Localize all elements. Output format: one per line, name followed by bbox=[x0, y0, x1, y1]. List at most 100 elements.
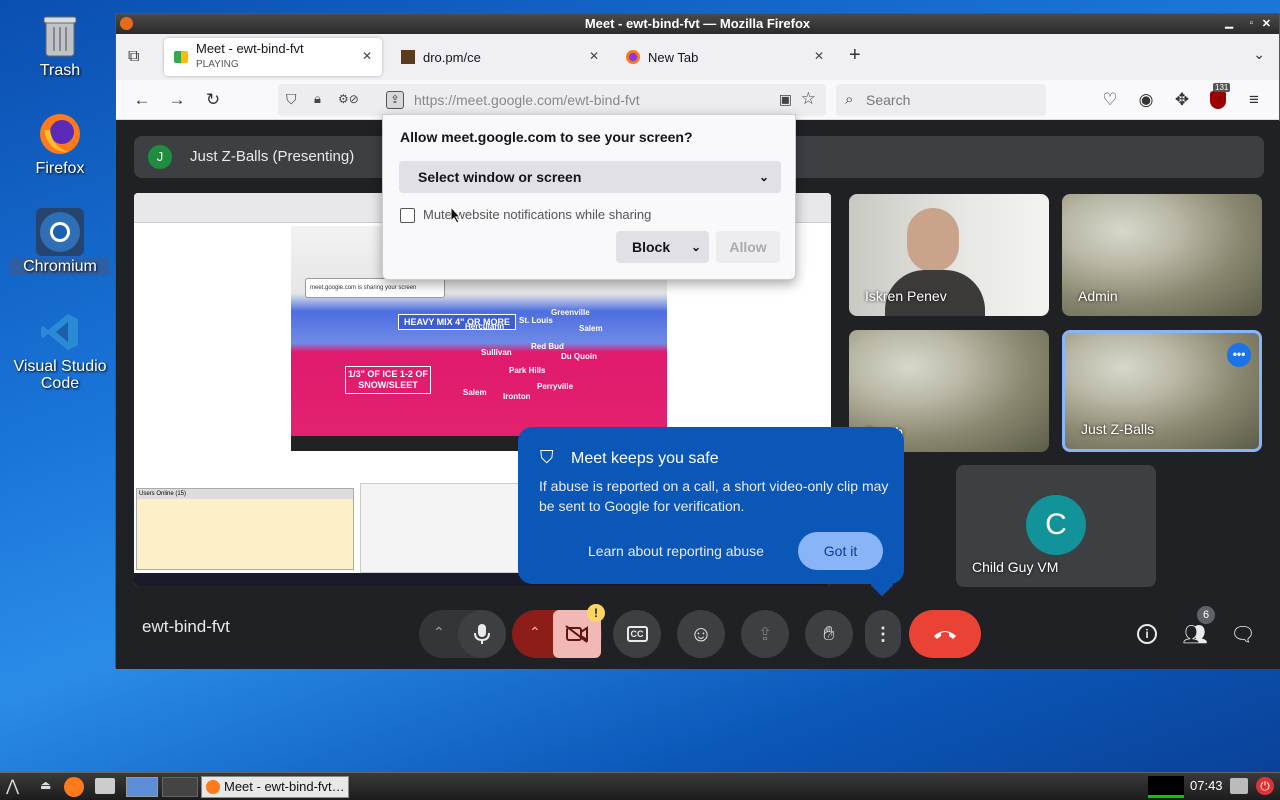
microphone-button[interactable] bbox=[458, 610, 506, 658]
video-options-chevron-icon[interactable]: ⌃ bbox=[529, 624, 541, 641]
info-icon: i bbox=[1137, 624, 1157, 644]
tab-overview-icon[interactable]: ⧉ bbox=[128, 48, 139, 66]
map-city: Perryville bbox=[537, 382, 574, 391]
tab-meet[interactable]: Meet - ewt-bind-fvt PLAYING ✕ bbox=[164, 38, 382, 76]
desktop-icon-label: Chromium bbox=[10, 258, 110, 276]
minimize-button[interactable]: ▁ bbox=[1225, 14, 1233, 34]
shared-share-notice: meet.google.com is sharing your screen bbox=[305, 278, 445, 298]
more-options-button[interactable]: ⋮ bbox=[865, 610, 901, 658]
chat-button[interactable]: 🗨︎ bbox=[1219, 610, 1267, 658]
map-city: Salem bbox=[579, 324, 603, 333]
more-options-icon[interactable]: ••• bbox=[1227, 343, 1251, 367]
ublock-extension-icon[interactable]: 131 bbox=[1204, 83, 1232, 114]
cpu-monitor-graph bbox=[1148, 776, 1184, 798]
search-bar[interactable]: ⌕ Search bbox=[836, 84, 1046, 116]
list-all-tabs-chevron-icon[interactable]: ⌄ bbox=[1253, 46, 1265, 63]
tab-close-icon[interactable]: ✕ bbox=[589, 49, 599, 63]
tab-close-icon[interactable]: ✕ bbox=[814, 49, 824, 63]
video-off-icon bbox=[565, 625, 588, 643]
account-icon[interactable]: ◉ bbox=[1132, 86, 1160, 114]
tab-title: Meet - ewt-bind-fvt bbox=[196, 41, 304, 56]
taskbar-firefox-icon[interactable] bbox=[64, 777, 84, 797]
clock: 07:43 bbox=[1190, 778, 1223, 793]
desktop-icon-label: Visual Studio Code bbox=[13, 358, 107, 392]
people-button[interactable]: 👥︎ 6 bbox=[1171, 606, 1219, 658]
forward-button[interactable]: → bbox=[163, 86, 191, 114]
desktop-icon-trash[interactable]: Trash bbox=[10, 12, 110, 80]
camera-off-button[interactable]: ! bbox=[553, 604, 605, 658]
firefox-icon bbox=[120, 17, 133, 30]
learn-about-reporting-link[interactable]: Learn about reporting abuse bbox=[588, 543, 764, 559]
safety-info-card: ⛉ Meet keeps you safe If abuse is report… bbox=[518, 427, 904, 597]
workspace-2-button[interactable] bbox=[162, 777, 198, 797]
got-it-button[interactable]: Got it bbox=[798, 532, 883, 570]
tab-bar: ⧉ Meet - ewt-bind-fvt PLAYING ✕ dro.pm/c… bbox=[116, 34, 1279, 80]
emoji-icon: ☺ bbox=[689, 621, 713, 646]
meeting-details-button[interactable]: i bbox=[1123, 610, 1171, 658]
permissions-icon[interactable]: ⚙⊘ bbox=[338, 92, 359, 106]
taskbar-files-icon[interactable] bbox=[95, 778, 115, 794]
url-bar[interactable]: ⛉ 🔒︎ ⚙⊘ ⇪ https://meet.google.com/ewt-bi… bbox=[278, 84, 826, 116]
window-titlebar[interactable]: Meet - ewt-bind-fvt — Mozilla Firefox ▁ … bbox=[116, 14, 1279, 34]
participant-tile-active-speaker[interactable]: ••• Just Z-Balls bbox=[1062, 330, 1262, 452]
desktop-taskbar: ⋀ ⏏ Meet - ewt-bind-fvt… 07:43 ⏻ bbox=[0, 772, 1280, 800]
mute-notifications-checkbox[interactable] bbox=[400, 208, 415, 223]
block-button[interactable]: Block ⌄ bbox=[616, 231, 709, 263]
taskbar-task-firefox[interactable]: Meet - ewt-bind-fvt… bbox=[201, 776, 349, 798]
participant-name: Just Z-Balls bbox=[1081, 421, 1155, 437]
back-button[interactable]: ← bbox=[128, 86, 156, 114]
chevron-down-icon: ⌄ bbox=[758, 170, 769, 184]
chat-icon: 🗨︎ bbox=[1230, 623, 1256, 646]
maximize-button[interactable]: ▫ bbox=[1249, 14, 1253, 34]
shield-icon[interactable]: ⛉ bbox=[286, 91, 297, 108]
reactions-button[interactable]: ☺ bbox=[677, 610, 725, 658]
url-path: /ewt-bind-fvt bbox=[563, 92, 640, 108]
meet-favicon-icon bbox=[174, 51, 188, 63]
audio-options-chevron-icon[interactable]: ⌃ bbox=[433, 624, 445, 641]
hand-icon: ✋︎ bbox=[823, 622, 835, 645]
leave-call-button[interactable] bbox=[909, 610, 981, 658]
meeting-code: ewt-bind-fvt bbox=[142, 617, 230, 636]
tab-close-icon[interactable]: ✕ bbox=[362, 49, 372, 63]
eject-icon[interactable]: ⏏ bbox=[40, 778, 51, 792]
tab-new-tab[interactable]: New Tab ✕ bbox=[616, 38, 834, 76]
network-icon[interactable] bbox=[1230, 778, 1248, 794]
participant-tile[interactable]: C Child Guy VM bbox=[956, 465, 1156, 587]
pocket-icon[interactable]: ♡ bbox=[1096, 86, 1124, 114]
captions-button[interactable]: CC bbox=[613, 610, 661, 658]
desktop-icon-firefox[interactable]: Firefox bbox=[10, 110, 110, 178]
vscode-icon bbox=[36, 308, 84, 356]
map-city: Herculann bbox=[465, 322, 505, 331]
participant-tile[interactable]: Admin bbox=[1062, 194, 1262, 316]
search-icon: ⌕ bbox=[845, 91, 854, 108]
participant-tile[interactable]: Iskren Penev bbox=[849, 194, 1049, 316]
present-button[interactable]: ⇪ bbox=[741, 610, 789, 658]
select-window-dropdown[interactable]: Select window or screen ⌄ bbox=[399, 161, 781, 193]
reader-view-icon[interactable]: ▣ bbox=[779, 91, 792, 108]
allow-button[interactable]: Allow bbox=[716, 231, 780, 263]
menu-hamburger-icon[interactable]: ≡ bbox=[1240, 86, 1268, 114]
screen-share-permission-icon[interactable]: ⇪ bbox=[386, 91, 404, 109]
new-tab-button[interactable]: + bbox=[849, 44, 861, 67]
desktop-icon-vscode[interactable]: Visual Studio Code bbox=[10, 308, 110, 392]
extensions-icon[interactable]: ✥ bbox=[1168, 86, 1196, 114]
power-icon[interactable]: ⏻ bbox=[1256, 777, 1274, 795]
participant-face bbox=[907, 208, 959, 272]
map-city: Park Hills bbox=[509, 366, 546, 375]
raise-hand-button[interactable]: ✋︎ bbox=[805, 610, 853, 658]
start-menu-icon[interactable]: ⋀ bbox=[6, 776, 19, 796]
window-title: Meet - ewt-bind-fvt — Mozilla Firefox bbox=[584, 16, 811, 31]
bookmark-star-icon[interactable]: ☆ bbox=[801, 89, 816, 109]
screen-share-permission-popup: Allow meet.google.com to see your screen… bbox=[382, 114, 796, 280]
reload-button[interactable]: ↻ bbox=[199, 86, 227, 114]
shared-chat-users-panel: Users Online (15) bbox=[136, 488, 354, 570]
desktop-icon-chromium[interactable]: Chromium bbox=[10, 208, 110, 276]
block-label: Block bbox=[632, 239, 671, 255]
block-options-chevron-icon[interactable]: ⌄ bbox=[691, 231, 701, 263]
workspace-1-button[interactable] bbox=[126, 777, 158, 797]
map-city: Red Bud bbox=[531, 342, 564, 351]
lock-icon[interactable]: 🔒︎ bbox=[314, 91, 321, 107]
map-city: Du Quoin bbox=[561, 352, 597, 361]
tab-dropm[interactable]: dro.pm/ce ✕ bbox=[391, 38, 609, 76]
close-window-button[interactable]: ✕ bbox=[1262, 14, 1271, 34]
